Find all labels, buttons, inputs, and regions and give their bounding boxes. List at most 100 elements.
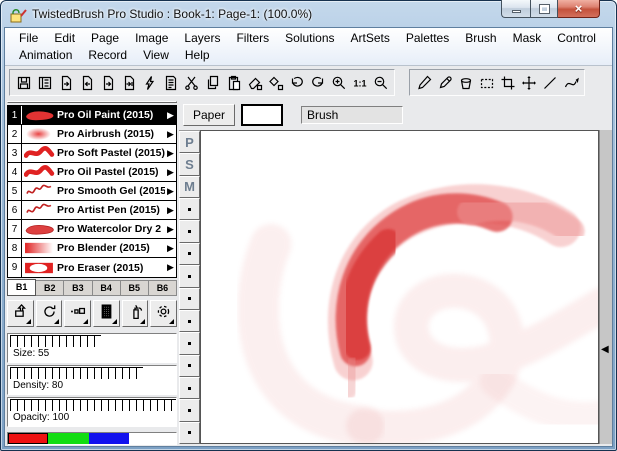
menu-solutions[interactable]: Solutions <box>277 30 342 46</box>
color-swatch-0[interactable] <box>8 433 48 444</box>
menu-brush[interactable]: Brush <box>457 30 504 46</box>
menu-help[interactable]: Help <box>177 47 218 63</box>
app-icon <box>9 7 27 23</box>
menu-edit[interactable]: Edit <box>46 30 83 46</box>
color-picker-button[interactable] <box>434 72 455 93</box>
strip-dot-button[interactable] <box>179 198 200 220</box>
tab-b5[interactable]: B5 <box>121 280 149 296</box>
redo-button[interactable] <box>307 72 328 93</box>
menu-image[interactable]: Image <box>127 30 176 46</box>
line-tool-button[interactable] <box>539 72 560 93</box>
strip-dot-button[interactable] <box>179 332 200 354</box>
paint-canvas[interactable] <box>200 130 599 444</box>
paper-swatch[interactable] <box>241 104 283 126</box>
page-goto-button[interactable] <box>55 72 76 93</box>
strip-dot-button[interactable] <box>179 399 200 421</box>
brush-number: 2 <box>8 125 22 143</box>
page-next-button[interactable] <box>97 72 118 93</box>
menu-control[interactable]: Control <box>549 30 604 46</box>
page-prev-button[interactable] <box>76 72 97 93</box>
brush-tool-button[interactable] <box>413 72 434 93</box>
color-swatch-1[interactable] <box>48 433 89 444</box>
strip-dot-button[interactable] <box>179 310 200 332</box>
title-bar[interactable]: TwistedBrush Pro Studio : Book-1: Page-1… <box>1 1 616 27</box>
flood-fill-button[interactable] <box>455 72 476 93</box>
save-icon <box>16 75 32 91</box>
brush-shape-button[interactable] <box>7 300 34 327</box>
brush-list-item[interactable]: 4Pro Oil Pastel (2015)▶ <box>8 163 176 182</box>
strip-dot-button[interactable] <box>179 243 200 265</box>
zoom-one-to-one-button[interactable]: 1:1 <box>349 72 370 93</box>
paper-texture-button[interactable] <box>93 300 120 327</box>
tab-b4[interactable]: B4 <box>93 280 121 296</box>
menu-animation[interactable]: Animation <box>11 47 80 63</box>
zoom-out-button[interactable] <box>370 72 391 93</box>
strip-button-s[interactable]: S <box>179 153 200 175</box>
strip-dot-button[interactable] <box>179 220 200 242</box>
menu-view[interactable]: View <box>135 47 177 63</box>
color-swatch-2[interactable] <box>89 433 129 444</box>
page-last-button[interactable] <box>118 72 139 93</box>
artset-selector[interactable]: Art Pro - Natural Media (20 ▶ <box>7 101 177 103</box>
tab-b3[interactable]: B3 <box>64 280 92 296</box>
brush-list-item[interactable]: 2Pro Airbrush (2015)▶ <box>8 125 176 144</box>
tab-b1[interactable]: B1 <box>7 279 36 296</box>
media-spray-button[interactable] <box>122 300 149 327</box>
strip-dot-button[interactable] <box>179 422 200 444</box>
brush-list-item[interactable]: 1Pro Oil Paint (2015)▶ <box>8 106 176 125</box>
clear-page-button[interactable] <box>244 72 265 93</box>
menu-filters[interactable]: Filters <box>228 30 277 46</box>
menu-artsets[interactable]: ArtSets <box>343 30 398 46</box>
cut-button[interactable] <box>181 72 202 93</box>
size-slider[interactable]: Size: 55 <box>7 333 177 363</box>
menu-page[interactable]: Page <box>83 30 127 46</box>
warp-tool-button[interactable] <box>560 72 581 93</box>
brush-list-item[interactable]: 9Pro Eraser (2015)▶ <box>8 258 176 277</box>
brush-list-item[interactable]: 7Pro Watercolor Dry 2▶ <box>8 220 176 239</box>
paste-button[interactable] <box>223 72 244 93</box>
brush-list-item[interactable]: 6Pro Artist Pen (2015)▶ <box>8 201 176 220</box>
strip-button-p[interactable]: P <box>179 131 200 153</box>
strip-dot-button[interactable] <box>179 355 200 377</box>
menu-file[interactable]: File <box>11 30 46 46</box>
strip-dot-button[interactable] <box>179 377 200 399</box>
paper-button[interactable]: Paper <box>183 104 235 126</box>
tab-b2[interactable]: B2 <box>36 280 64 296</box>
close-button[interactable]: × <box>558 0 600 18</box>
brush-list-item[interactable]: 8Pro Blender (2015)▶ <box>8 239 176 258</box>
opacity-slider[interactable]: Opacity: 100 <box>7 397 177 427</box>
save-button[interactable] <box>13 72 34 93</box>
dot-icon <box>188 342 191 345</box>
book-button[interactable] <box>34 72 55 93</box>
quick-command-button[interactable] <box>139 72 160 93</box>
menu-layers[interactable]: Layers <box>176 30 228 46</box>
strip-dot-button[interactable] <box>179 265 200 287</box>
script-button[interactable] <box>160 72 181 93</box>
brush-rotation-button[interactable] <box>36 300 63 327</box>
fill-page-button[interactable] <box>265 72 286 93</box>
brush-list-item[interactable]: 3Pro Soft Pastel (2015)▶ <box>8 144 176 163</box>
crop-button[interactable] <box>497 72 518 93</box>
brush-field[interactable]: Brush <box>301 106 403 124</box>
tab-b6[interactable]: B6 <box>149 280 177 296</box>
color-swatch-3[interactable] <box>129 433 169 444</box>
zoom-in-button[interactable] <box>328 72 349 93</box>
strip-dot-button[interactable] <box>179 288 200 310</box>
menu-record[interactable]: Record <box>80 47 135 63</box>
brush-settings-button[interactable] <box>150 300 177 327</box>
copy-button[interactable] <box>202 72 223 93</box>
menu-mask[interactable]: Mask <box>505 30 550 46</box>
move-button[interactable] <box>518 72 539 93</box>
strip-button-m[interactable]: M <box>179 176 200 198</box>
undo-button[interactable] <box>286 72 307 93</box>
brush-size-button[interactable] <box>64 300 91 327</box>
panel-expand-arrow[interactable]: ◀ <box>601 345 609 355</box>
toolbar-group-tools <box>409 69 585 96</box>
select-marquee-button[interactable] <box>476 72 497 93</box>
density-slider[interactable]: Density: 80 <box>7 365 177 395</box>
minimize-button[interactable] <box>501 0 530 18</box>
brush-number: 1 <box>8 106 22 124</box>
brush-list-item[interactable]: 5Pro Smooth Gel (2015)▶ <box>8 182 176 201</box>
menu-palettes[interactable]: Palettes <box>398 30 457 46</box>
maximize-button[interactable] <box>530 0 558 18</box>
